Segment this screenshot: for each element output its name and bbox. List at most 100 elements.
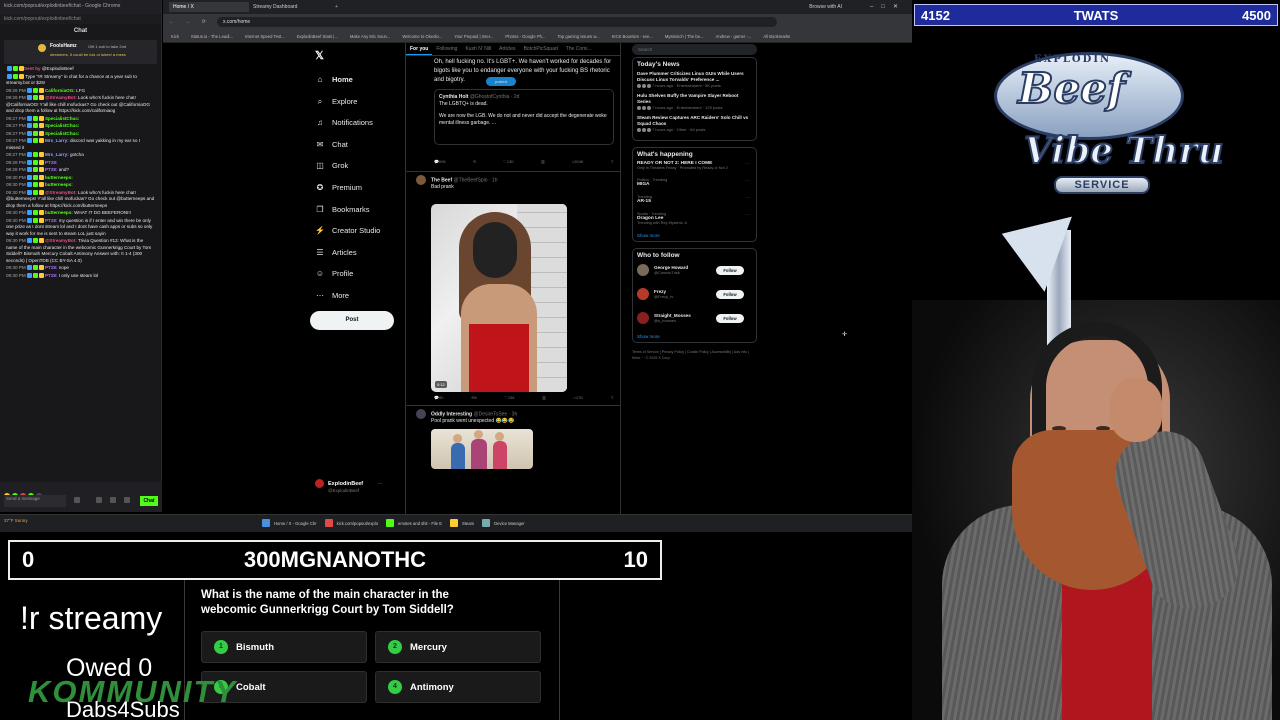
address-bar[interactable]: x.com/home: [216, 17, 777, 27]
avatar[interactable]: [637, 312, 649, 324]
action-bookmark[interactable]: ⌂17K: [573, 395, 583, 400]
more-icon[interactable]: ⋯: [745, 161, 750, 167]
bookmark-item[interactable]: Andrew - gamer -...: [716, 34, 752, 39]
nav-buttons-icon[interactable]: ← → ⟳: [169, 19, 211, 25]
feed-tab[interactable]: Following: [432, 43, 461, 55]
bookmark-item[interactable]: Mysteinch | The be...: [665, 34, 704, 39]
message-user[interactable]: @StreamyBot:: [45, 95, 77, 100]
quoted-tweet[interactable]: Cynthia Holt @GhostofCynthia · 2d The LG…: [434, 89, 614, 145]
follow-button[interactable]: Follow: [716, 265, 744, 275]
tab-home[interactable]: Home / X: [169, 2, 249, 12]
gear-icon[interactable]: [110, 497, 116, 503]
bookmark-item[interactable]: Welcome to Okedio...: [402, 34, 442, 39]
follow-button[interactable]: Follow: [716, 289, 744, 299]
message-user[interactable]: @StreamyBot:: [45, 238, 77, 243]
show-more-link[interactable]: Show more: [637, 334, 752, 339]
show-more-link[interactable]: Show more: [637, 233, 752, 238]
account-switcher[interactable]: ExplodinBeef ··· @ExplodinBeef: [315, 479, 383, 494]
bookmark-item[interactable]: Make Any Mic Soun...: [350, 34, 391, 39]
pinned-message[interactable]: FoolsHamz Gift 1 sub to take 2nd streame…: [4, 40, 157, 64]
new-tab-icon[interactable]: +: [335, 4, 338, 10]
taskbar-item[interactable]: Device Manager: [494, 521, 525, 526]
nav-item-chat[interactable]: ✉ Chat: [315, 140, 348, 149]
message-user[interactable]: Mrs_Larry:: [45, 138, 69, 143]
message-user[interactable]: SpecialistChuc:: [45, 131, 79, 136]
message-user[interactable]: butterneeps:: [45, 210, 73, 215]
avatar[interactable]: [637, 264, 649, 276]
avatar[interactable]: [416, 409, 426, 419]
news-item[interactable]: Dave Plummer Criticizes Linux GUIs While…: [637, 71, 752, 88]
nav-item-creator-studio[interactable]: ⚡ Creator Studio: [315, 226, 380, 235]
posted-pill[interactable]: posted: [486, 77, 516, 86]
bookmark-item[interactable]: Top gaming issues w...: [557, 34, 599, 39]
trend-item[interactable]: Politics · Trending MIGA ⋯: [637, 178, 752, 187]
bookmark-item[interactable]: Status.io - The Leadi...: [191, 34, 233, 39]
action-views[interactable]: ▥: [541, 159, 545, 164]
tab-streamy[interactable]: Streamy Dashboard: [249, 2, 329, 12]
nav-item-more[interactable]: ⋯ More: [315, 291, 349, 300]
more-icon[interactable]: ⋯: [745, 195, 750, 201]
action-repost[interactable]: ⟲: [473, 159, 476, 164]
send-button[interactable]: Chat: [140, 496, 158, 506]
taskbar-item[interactable]: kick.com/popout/explo: [337, 521, 378, 526]
more-icon[interactable]: ⋯: [745, 212, 750, 218]
action-share[interactable]: ⇪: [611, 395, 614, 400]
nav-item-bookmarks[interactable]: ❐ Bookmarks: [315, 205, 369, 214]
bookmark-item[interactable]: ExplodinBeef Stats |...: [297, 34, 338, 39]
action-share[interactable]: ⇪: [611, 159, 614, 164]
feed-tab[interactable]: The Comi...: [562, 43, 596, 55]
bookmark-item[interactable]: All Bookmarks: [763, 34, 790, 39]
message-user[interactable]: butterneeps:: [45, 175, 73, 180]
nav-item-profile[interactable]: ☺ Profile: [315, 269, 353, 278]
message-user[interactable]: butterneeps:: [45, 182, 73, 187]
x-footer[interactable]: Terms of Service | Privacy Policy | Cook…: [632, 349, 757, 361]
more-icon[interactable]: ⋯: [745, 178, 750, 184]
bookmark-item[interactable]: Your Prepaid | Inter...: [454, 34, 493, 39]
app-icon[interactable]: [324, 519, 333, 527]
bookmark-item[interactable]: Kick: [171, 34, 179, 39]
app-icon[interactable]: [450, 519, 459, 527]
nav-item-notifications[interactable]: ♫ Notifications: [315, 118, 373, 127]
nav-item-home[interactable]: ⌂ Home: [315, 75, 353, 84]
action-like[interactable]: ♡136: [504, 395, 514, 400]
video-media[interactable]: 0:12: [431, 204, 567, 392]
post-button[interactable]: Post: [310, 311, 394, 330]
window-controls[interactable]: –□✕: [870, 3, 906, 10]
feed-tab[interactable]: For you: [406, 43, 433, 55]
bookmark-item[interactable]: Photos - Google Ph...: [505, 34, 545, 39]
action-views[interactable]: ▥: [542, 395, 546, 400]
weather-widget[interactable]: 37°F Sunny: [4, 518, 28, 523]
trend-item[interactable]: Sports · Trending Dragon Lee Trending with…: [637, 212, 752, 225]
taskbar-item[interactable]: emotes and shit - File E: [398, 521, 442, 526]
news-item[interactable]: Steam Review Captures ARC Raiders' Solo …: [637, 115, 752, 132]
nav-item-articles[interactable]: ☰ Articles: [315, 248, 356, 257]
message-user[interactable]: @StreamyBot:: [45, 190, 77, 195]
taskbar-item[interactable]: Home / X - Google Chr: [274, 521, 317, 526]
message-user[interactable]: SpecialistChuc:: [45, 116, 79, 121]
action-like[interactable]: ♡13K: [503, 159, 514, 164]
message-user[interactable]: PT28:: [45, 218, 58, 223]
app-icon[interactable]: [262, 519, 270, 527]
feed-tab[interactable]: Kush N' Nill: [461, 43, 495, 55]
message-user[interactable]: PT28:: [45, 167, 58, 172]
app-icon[interactable]: [386, 519, 395, 527]
message-user[interactable]: Mrs_Larry:: [45, 152, 69, 157]
follow-suggestion[interactable]: Straight_Mosses @s_mosses Follow: [637, 310, 752, 326]
message-user[interactable]: PT28:: [45, 160, 58, 165]
message-user[interactable]: SpecialistChuc:: [45, 123, 79, 128]
bookmark-item[interactable]: KICK Bounties - eve...: [612, 34, 653, 39]
news-item[interactable]: Hulu Shelves Buffy the Vampire Slayer Re…: [637, 93, 752, 110]
bookmark-item[interactable]: Internet Speed Test...: [245, 34, 285, 39]
action-bookmark[interactable]: ⌂204K: [572, 159, 584, 164]
nav-item-premium[interactable]: ✪ Premium: [315, 183, 362, 192]
feed-tab[interactable]: BotchPicSquad: [520, 43, 562, 55]
avatar[interactable]: [637, 288, 649, 300]
action-reply[interactable]: 💬90: [434, 395, 443, 400]
message-user[interactable]: Sent by: [24, 66, 41, 71]
chat-url[interactable]: kick.com/popout/explodinbeef/chat: [0, 14, 161, 24]
action-reply[interactable]: 💬695: [434, 159, 446, 164]
search-input[interactable]: Search: [632, 44, 757, 55]
x-logo-icon[interactable]: 𝕏: [315, 49, 324, 62]
tweet-author[interactable]: The Beef: [431, 177, 452, 183]
message-user[interactable]: PT28:: [45, 273, 58, 278]
